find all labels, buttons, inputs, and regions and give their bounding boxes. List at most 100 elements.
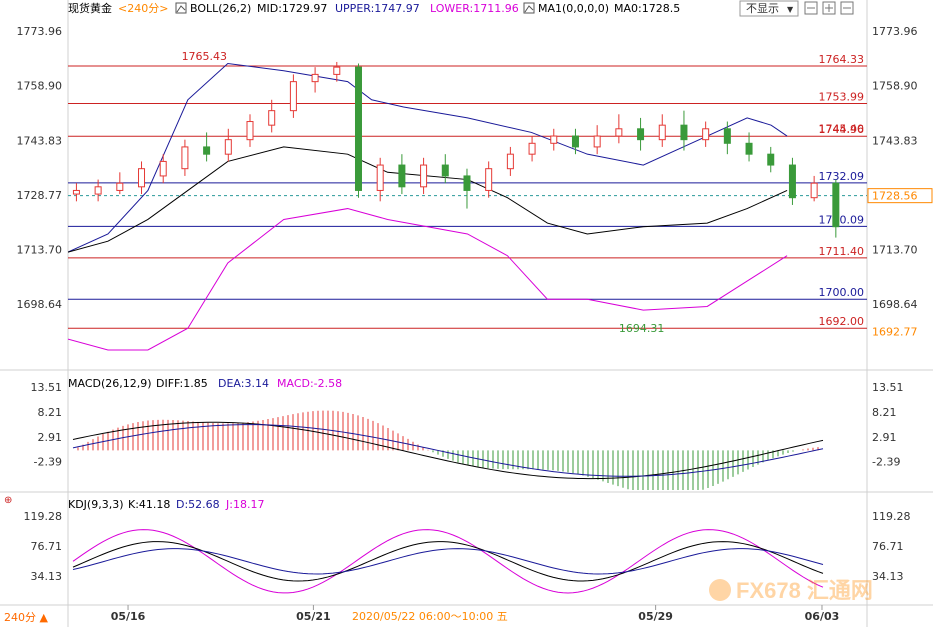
macd-tick-left: 8.21 [38,406,63,419]
candle-body [333,66,341,75]
watermark-logo-icon [709,579,731,601]
extreme-annotation: 1765.43 [182,50,228,63]
candle-body [138,168,146,188]
y-tick-label: 1698.64 [872,298,918,311]
y-tick-label-left: 1713.70 [17,244,63,257]
macd-diff: DIFF:1.85 [156,377,208,390]
chart-canvas: 1764.331753.991744.961732.091720.091711.… [0,0,933,627]
candle-body [571,135,579,148]
y-tick-label-left: 1698.64 [17,298,63,311]
macd-tick-left: -2.39 [34,456,62,469]
candle-body [723,128,731,144]
kdj-tick-right: 34.13 [872,570,904,583]
candle-body [463,175,471,191]
period-button[interactable]: 240分 ▲ [4,611,48,624]
candle-body [788,164,796,199]
x-tick-label: 05/16 [111,610,146,623]
boll-mid: MID:1729.97 [257,2,327,15]
boll-label: BOLL(26,2) [190,2,251,15]
candle-body [593,135,601,148]
candle-body [311,73,319,83]
x-tick-label: 05/21 [296,610,331,623]
candle-body [745,142,753,155]
candle-body [420,164,428,188]
macd-tick-left: 13.51 [31,381,63,394]
candle-body [680,124,688,141]
chevron-down-icon: ▼ [787,5,794,14]
macd-legend: MACD(26,12,9) DIFF:1.85 DEA:3.14 MACD:-2… [68,377,342,390]
cursor-date-info: 2020/05/22 06:00～10:00 五 [352,610,508,623]
candle-body [810,182,818,199]
symbol-name: 现货黄金 [68,1,112,15]
candle-body [94,186,102,195]
candle-body [658,124,666,141]
level-label: 1700.00 [819,286,865,299]
macd-label: MACD(26,12,9) [68,377,152,390]
candle-body [246,121,254,141]
y-tick-label: 1713.70 [872,244,918,257]
candle-body [528,142,536,155]
candle-body [72,189,80,195]
y-tick-label: 1758.90 [872,80,918,93]
candle-body [181,146,189,170]
current-price-label: 1728.56 [872,190,918,203]
y-tick-label: 1743.83 [872,134,918,147]
ma0-value: MA0:1728.5 [614,2,680,15]
extreme-annotation: 1694.31 [619,322,665,335]
macd-dea: DEA:3.14 [218,377,269,390]
candle-body [441,164,449,177]
candle-body [485,168,493,191]
kdj-tick-left: 76.71 [31,540,63,553]
ma-label: MA1(0,0,0,0) [538,2,609,15]
level-label: 1720.09 [819,213,865,226]
candle-body [203,146,211,155]
kdj-tick-left: 119.28 [24,510,63,523]
y-tick-label-left: 1743.83 [17,134,63,147]
boll-lower: LOWER:1711.96 [430,2,519,15]
x-tick-label: 06/03 [805,610,840,623]
kdj-tick-right: 119.28 [872,510,911,523]
level-label: 1764.33 [819,53,865,66]
candle-body [376,164,384,191]
macd-tick-right: 13.51 [872,381,904,394]
kdj-k: K:41.18 [128,498,170,511]
level-label: 1732.09 [819,170,865,183]
other-price-label: 1692.77 [872,325,918,338]
kdj-tick-right: 76.71 [872,540,904,553]
extreme-annotation: 1745.40 [818,123,864,136]
candle-body [637,128,645,141]
macd-tick-right: 2.91 [872,431,897,444]
macd-tick-left: 2.91 [38,431,63,444]
crosshair-icon[interactable]: ⊕ [4,495,12,506]
hide-button[interactable]: 不显示 ▼ [739,0,799,17]
candle-body [354,66,362,191]
y-tick-label: 1773.96 [872,25,918,38]
hide-button-label: 不显示 [746,2,779,15]
level-label: 1753.99 [819,90,865,103]
candle-body [702,128,710,141]
kdj-d: D:52.68 [176,498,220,511]
level-label: 1692.00 [819,315,865,328]
candle-body [224,139,232,155]
macd-value: MACD:-2.58 [277,377,342,390]
candle-body [506,153,514,170]
period-label[interactable]: <240分> [118,2,168,15]
candle-body [550,135,558,144]
kdj-tick-left: 34.13 [31,570,63,583]
y-tick-label-left: 1758.90 [17,80,63,93]
macd-tick-right: -2.39 [872,456,900,469]
candle-body [159,160,167,177]
y-tick-label-left: 1728.77 [17,189,63,202]
macd-tick-right: 8.21 [872,406,897,419]
boll-upper: UPPER:1747.97 [335,2,420,15]
candle-body [767,153,775,166]
kdj-j: J:18.17 [225,498,264,511]
candle-body [832,182,840,228]
kdj-label: KDJ(9,3,3) [68,498,124,511]
y-tick-label-left: 1773.96 [17,25,63,38]
candle-body [268,110,276,126]
candle-body [289,81,297,112]
watermark-text: FX678 汇通网 [736,578,873,603]
candle-body [398,164,406,188]
x-tick-label: 05/29 [638,610,673,623]
